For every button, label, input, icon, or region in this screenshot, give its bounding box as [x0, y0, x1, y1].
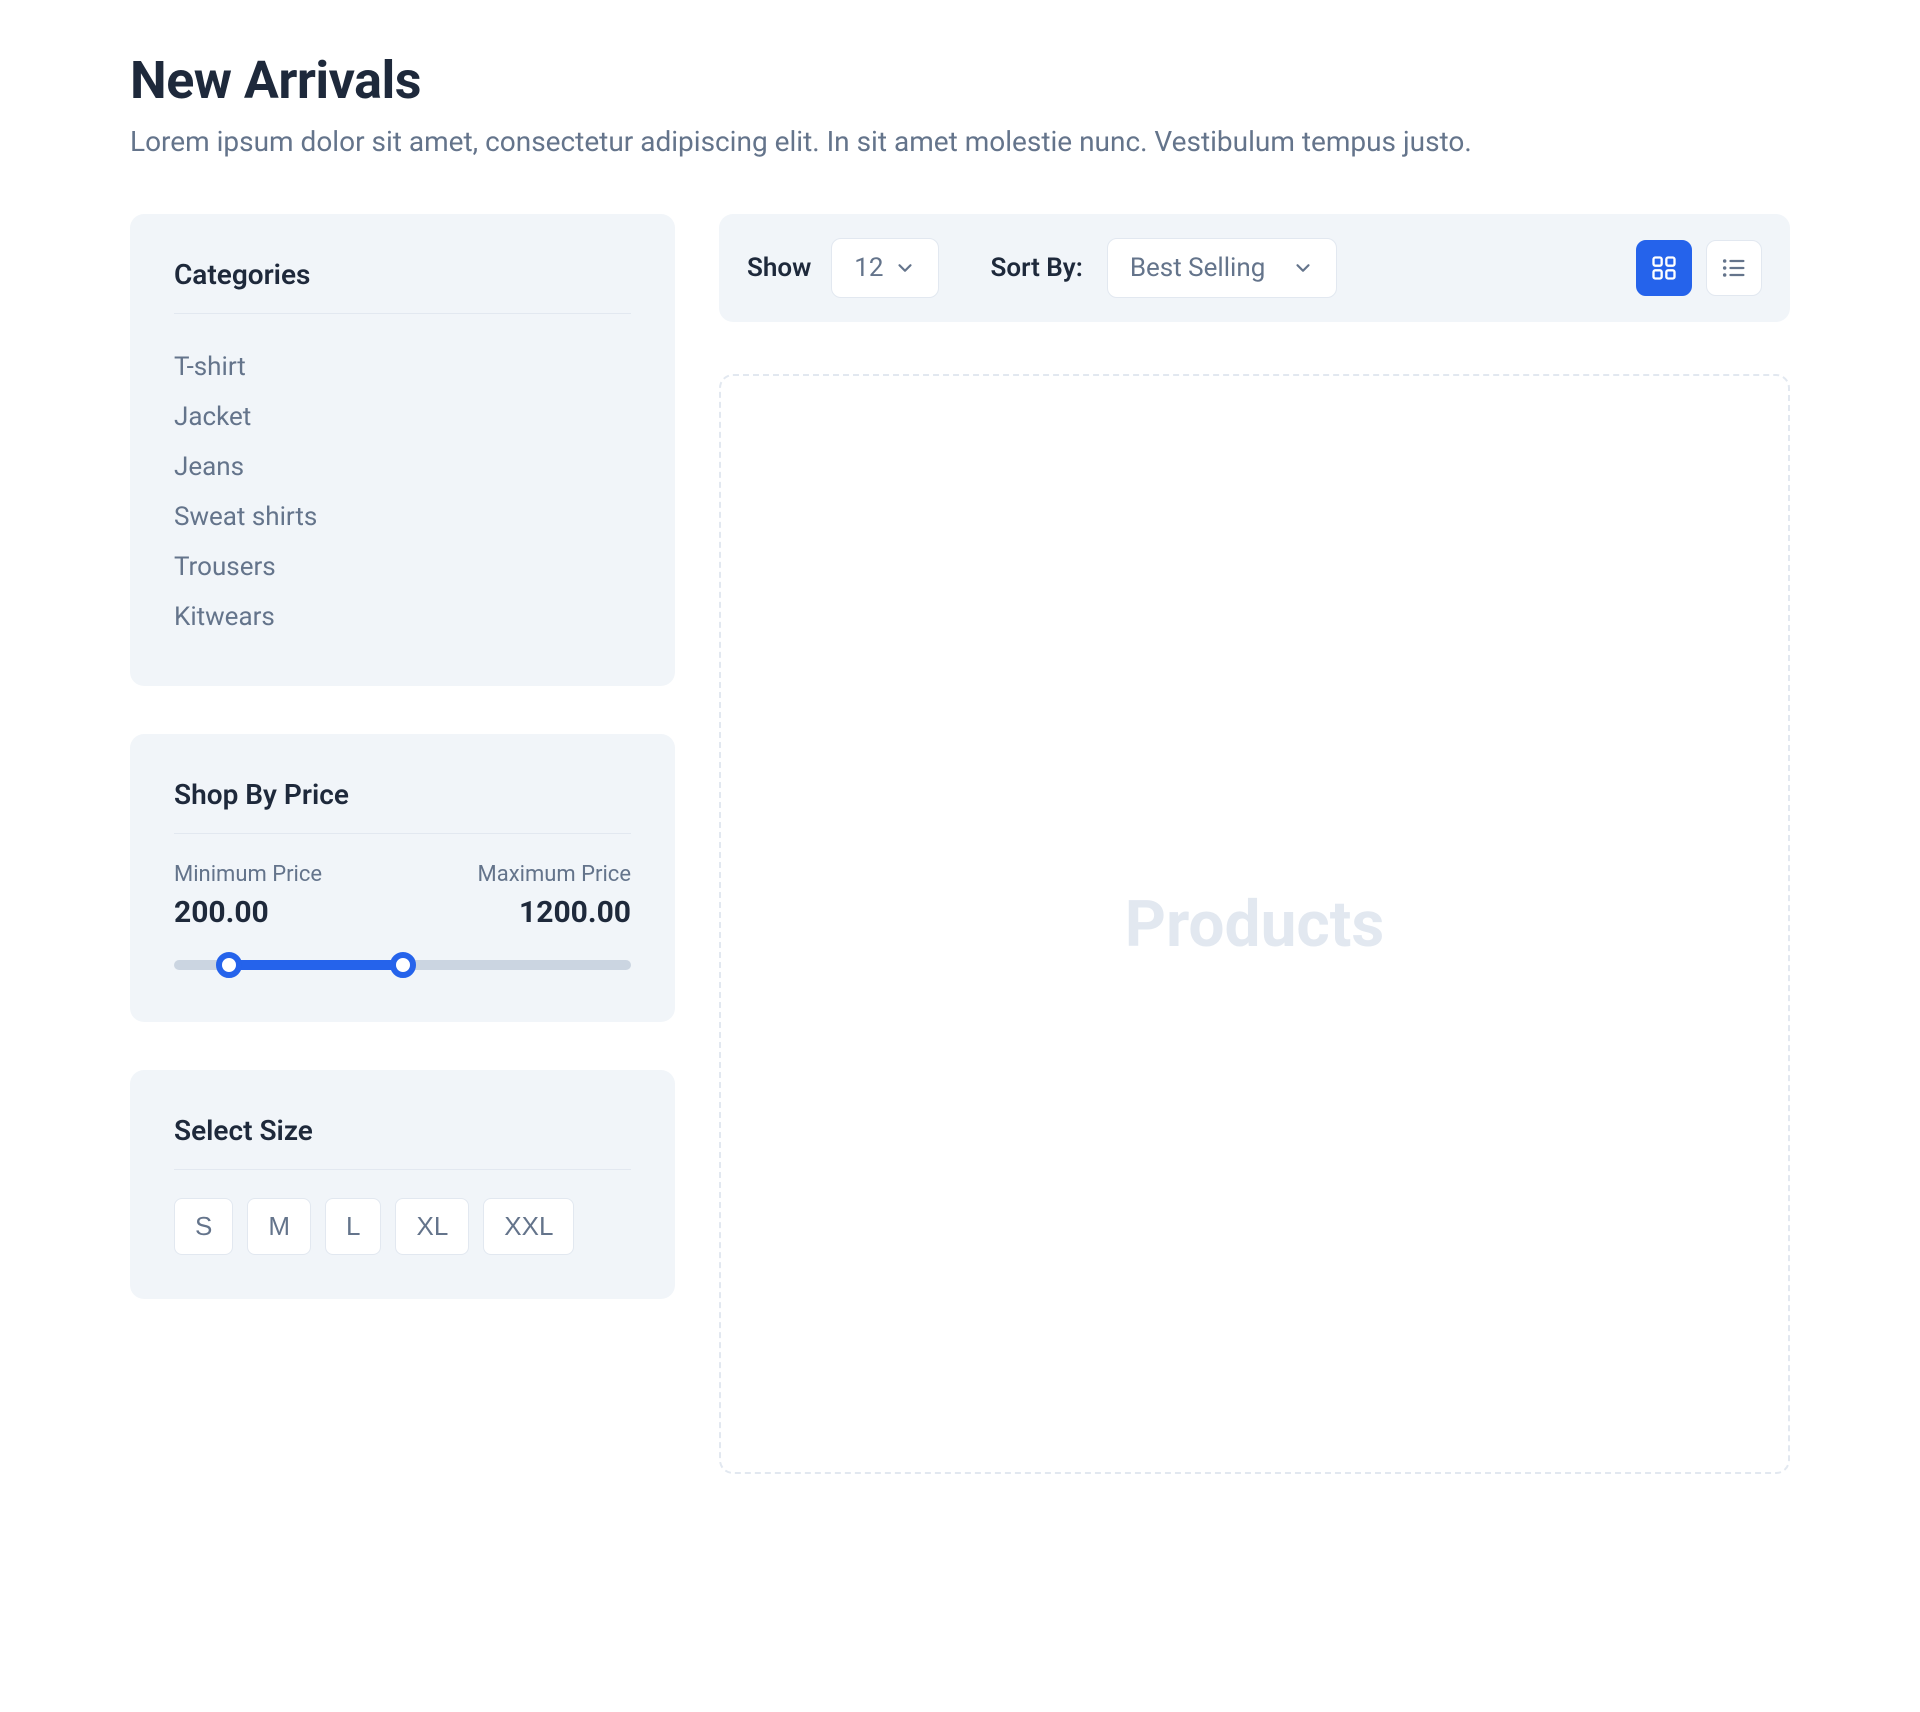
- price-title: Shop By Price: [174, 778, 631, 834]
- category-item-jeans[interactable]: Jeans: [174, 442, 631, 492]
- category-item-kitwears[interactable]: Kitwears: [174, 592, 631, 642]
- size-option-xl[interactable]: XL: [395, 1198, 469, 1255]
- products-placeholder-text: Products: [1125, 887, 1385, 962]
- price-slider-max-handle[interactable]: [390, 952, 416, 978]
- categories-card: Categories T-shirt Jacket Jeans Sweat sh…: [130, 214, 675, 686]
- size-title: Select Size: [174, 1114, 631, 1170]
- max-price-label: Maximum Price: [478, 862, 631, 887]
- size-option-l[interactable]: L: [325, 1198, 381, 1255]
- list-icon: [1720, 254, 1748, 282]
- page-title: New Arrivals: [130, 50, 1840, 111]
- category-item-sweat-shirts[interactable]: Sweat shirts: [174, 492, 631, 542]
- size-option-m[interactable]: M: [247, 1198, 311, 1255]
- category-item-tshirt[interactable]: T-shirt: [174, 342, 631, 392]
- grid-icon: [1650, 254, 1678, 282]
- min-price-label: Minimum Price: [174, 862, 322, 887]
- price-slider-min-handle[interactable]: [216, 952, 242, 978]
- price-slider[interactable]: [174, 960, 631, 970]
- products-placeholder: Products: [719, 374, 1790, 1474]
- page-subtitle: Lorem ipsum dolor sit amet, consectetur …: [130, 125, 1840, 158]
- chevron-down-icon: [1292, 257, 1314, 279]
- size-card: Select Size S M L XL XXL: [130, 1070, 675, 1299]
- price-card: Shop By Price Minimum Price 200.00 Maxim…: [130, 734, 675, 1022]
- show-select-value: 12: [854, 253, 883, 283]
- chevron-down-icon: [894, 257, 916, 279]
- grid-view-button[interactable]: [1636, 240, 1692, 296]
- show-label: Show: [747, 253, 811, 283]
- min-price-value: 200.00: [174, 895, 322, 930]
- categories-title: Categories: [174, 258, 631, 314]
- toolbar: Show 12 Sort By: Best Selling: [719, 214, 1790, 322]
- sort-label: Sort By:: [991, 253, 1083, 283]
- sort-select-value: Best Selling: [1130, 253, 1266, 283]
- size-option-xxl[interactable]: XXL: [483, 1198, 574, 1255]
- sort-select[interactable]: Best Selling: [1107, 238, 1337, 298]
- category-item-trousers[interactable]: Trousers: [174, 542, 631, 592]
- size-option-s[interactable]: S: [174, 1198, 233, 1255]
- show-select[interactable]: 12: [831, 238, 938, 298]
- category-item-jacket[interactable]: Jacket: [174, 392, 631, 442]
- price-slider-fill: [229, 960, 403, 970]
- categories-list: T-shirt Jacket Jeans Sweat shirts Trouse…: [174, 342, 631, 642]
- list-view-button[interactable]: [1706, 240, 1762, 296]
- max-price-value: 1200.00: [478, 895, 631, 930]
